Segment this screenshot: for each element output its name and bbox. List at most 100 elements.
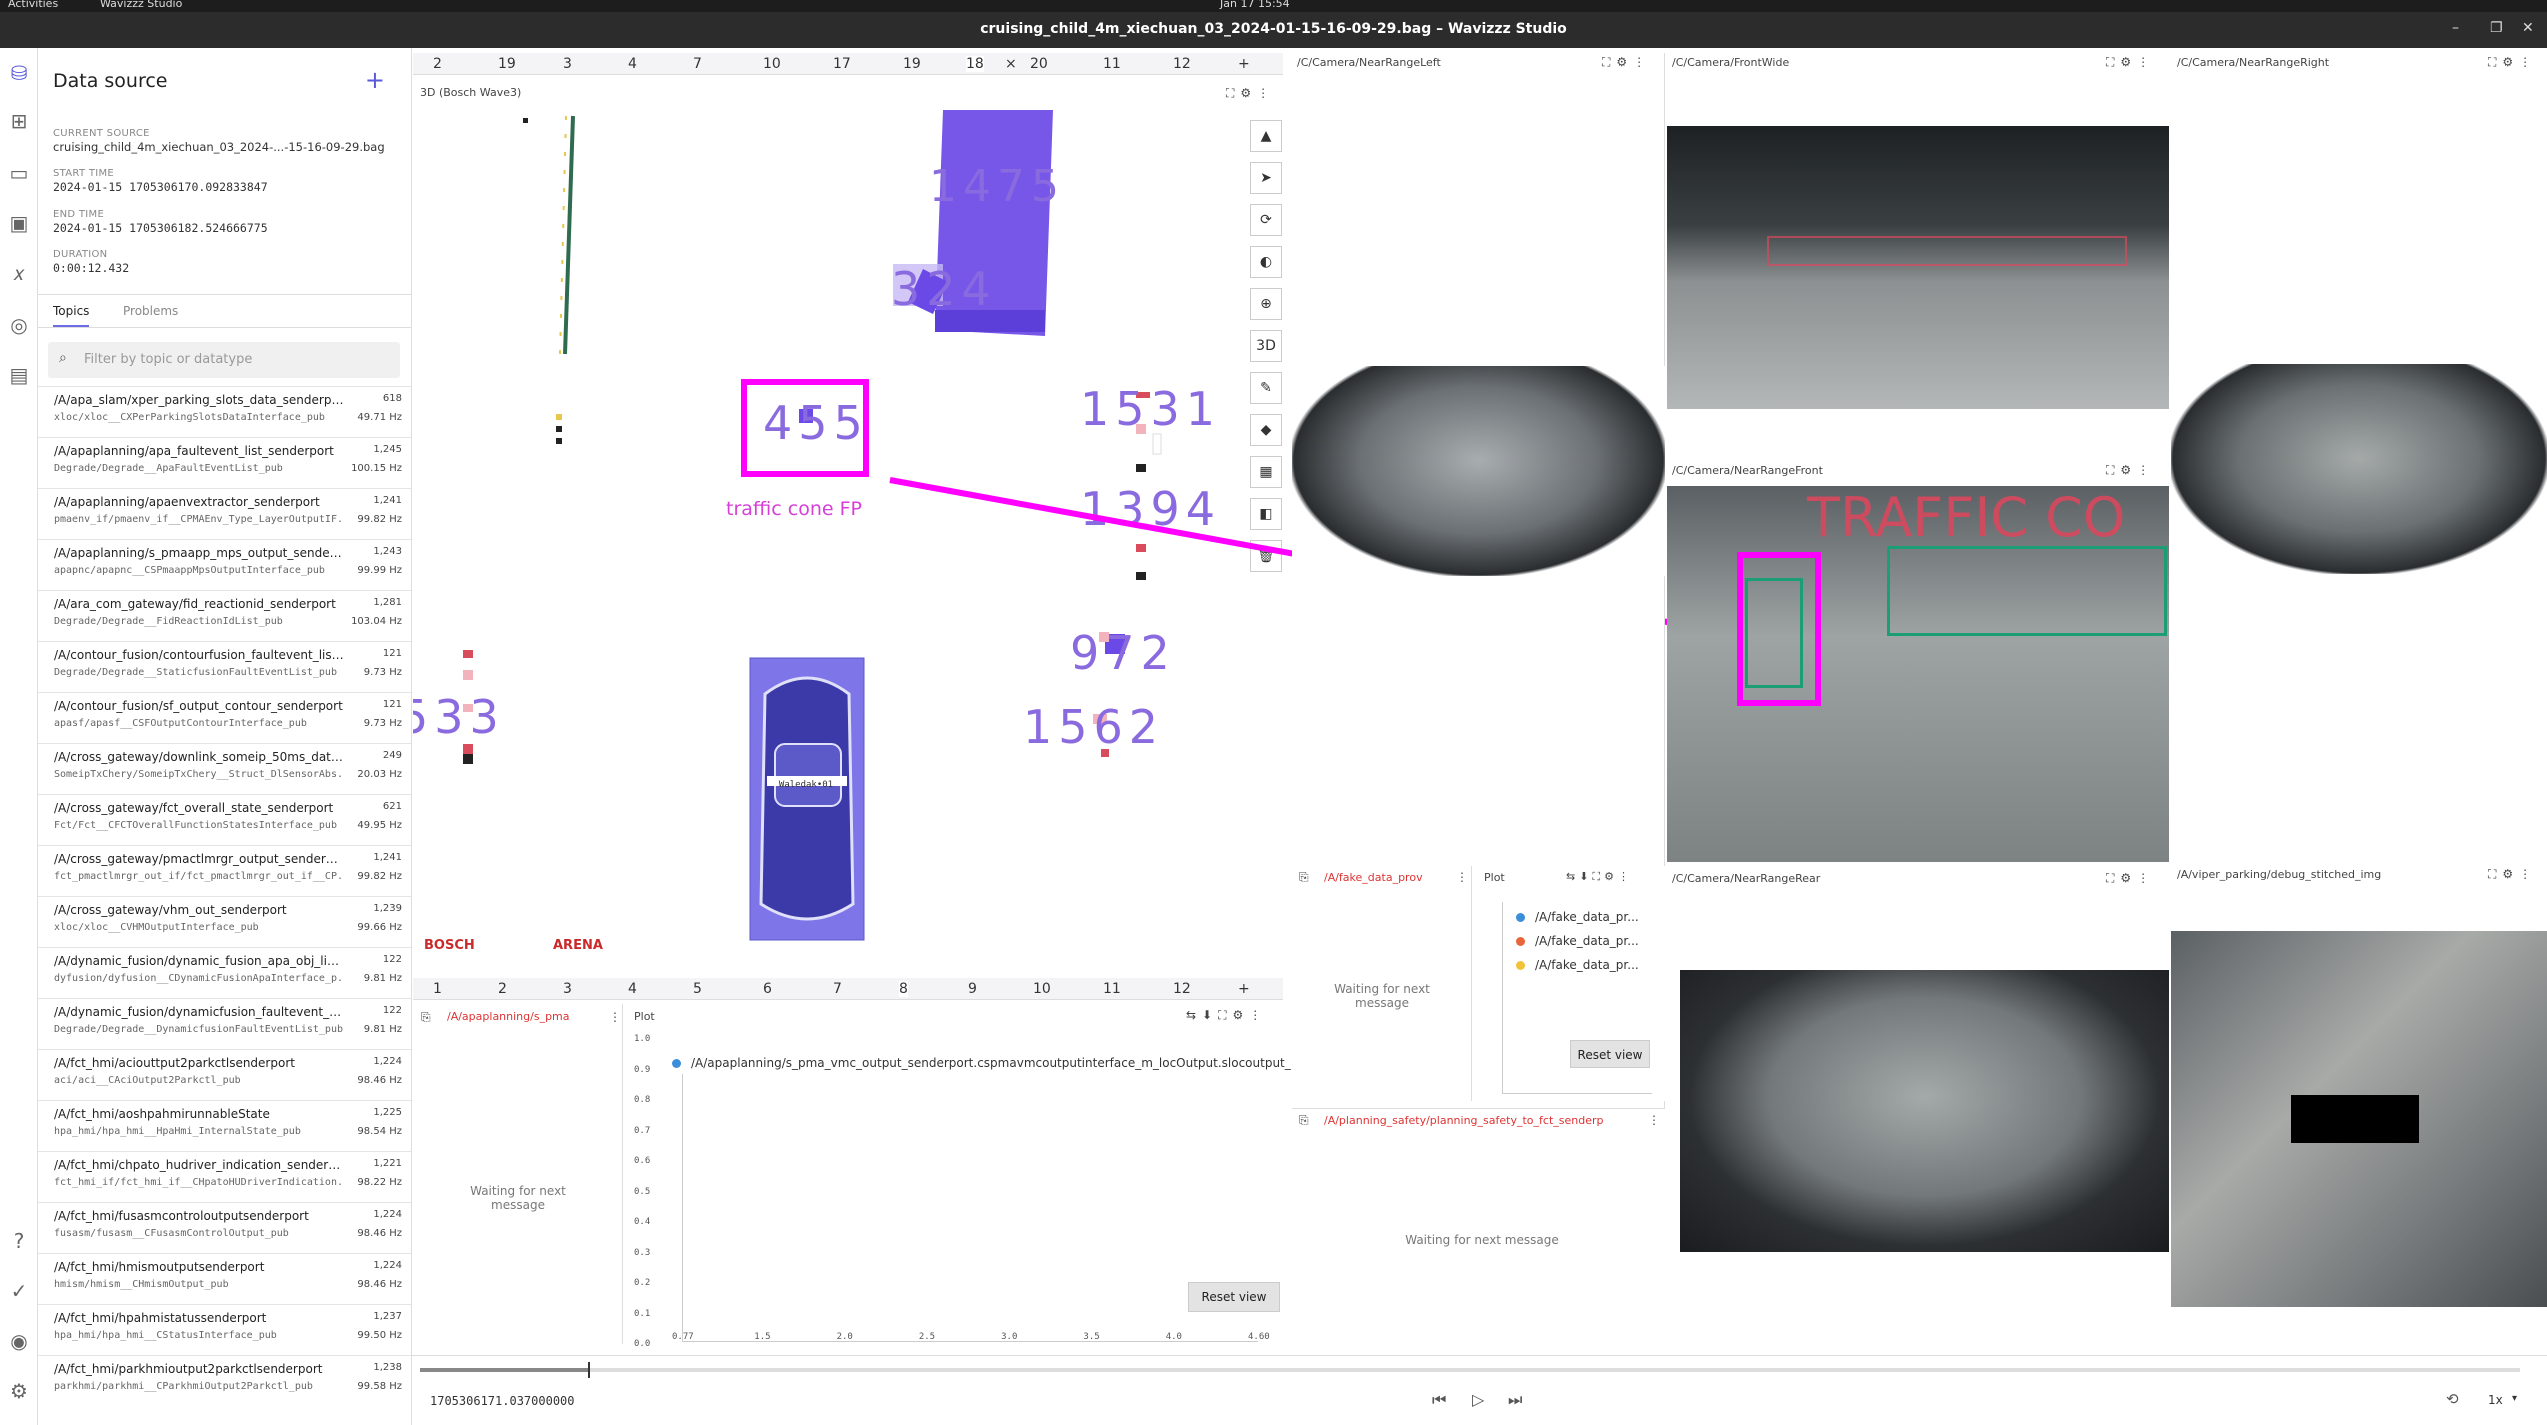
reset-view-button[interactable]: Reset view [1570,1040,1650,1068]
copy-icon[interactable]: ⎘ [1299,1113,1309,1128]
layout-tab[interactable]: 4 [628,56,637,72]
topic-row[interactable]: /A/apaplanning/apa_faultevent_list_sende… [38,437,411,488]
layout-tab[interactable]: 1 [433,981,442,997]
topic-row[interactable]: /A/cross_gateway/fct_overall_state_sende… [38,794,411,845]
skip-back-icon[interactable]: ⏮ [1432,1390,1446,1410]
layout-tab[interactable]: 7 [693,56,702,72]
layout-tab[interactable]: 12 [1173,56,1191,72]
collapse-icon[interactable]: ▲ [1250,120,1282,152]
chevron-down-icon[interactable]: ▾ [2512,1393,2517,1404]
legend-item[interactable]: /A/fake_data_pr... [1516,958,1640,972]
map-icon[interactable]: ◆ [1250,414,1282,446]
skip-forward-icon[interactable]: ⏭ [1508,1390,1522,1410]
layout-tab[interactable]: 10 [763,56,781,72]
layout-tab[interactable]: 10 [1033,981,1051,997]
camera-controls[interactable]: ⛶⚙⋮ [2106,463,2155,478]
layout-tab[interactable]: 6 [763,981,772,997]
topic-row[interactable]: /A/fct_hmi/hpahmistatussenderport hpa_hmi… [38,1304,411,1355]
app-menu[interactable]: Wavizzz Studio [100,0,182,10]
add-tab-button[interactable]: + [1238,981,1250,997]
layout-tab[interactable]: 7 [833,981,842,997]
topic-row[interactable]: /A/apaplanning/s_pmaapp_mps_output_sende… [38,539,411,590]
view-3d-button[interactable]: 3D [1250,330,1282,362]
extensions-icon[interactable]: ◎ [4,310,34,340]
layout-tab[interactable]: 9 [968,981,977,997]
topic-row[interactable]: /A/cross_gateway/vhm_out_senderport xloc/… [38,896,411,947]
topic-row[interactable]: /A/dynamic_fusion/dynamicfusion_faulteve… [38,998,411,1049]
legend-item[interactable]: /A/fake_data_pr... [1516,910,1640,924]
viewer3d-controls[interactable]: ⛶⚙⋮ [1226,86,1275,101]
camera-controls[interactable]: ⛶⚙⋮ [2488,867,2537,882]
topic-row[interactable]: /A/apaplanning/apaenvextractor_senderpor… [38,488,411,539]
topic-filter-input[interactable]: ⌕ Filter by topic or datatype [48,342,400,378]
tab-topics[interactable]: Topics [53,304,90,327]
copy-icon[interactable]: ⎘ [1299,870,1309,885]
camera-controls[interactable]: ⛶⚙⋮ [2106,55,2155,70]
variables-icon[interactable]: 𝑥 [4,258,34,288]
panel-settings-icon[interactable]: ▣ [4,208,34,238]
mouse-icon[interactable]: ◐ [1250,246,1282,278]
layout-tab[interactable]: 4 [628,981,637,997]
camera-controls[interactable]: ⛶⚙⋮ [2106,871,2155,886]
play-icon[interactable]: ▷ [1472,1390,1484,1409]
layout-tab[interactable]: 17 [833,56,851,72]
camera-controls[interactable]: ⛶⚙⋮ [2488,55,2537,70]
grid-icon[interactable]: ▤ [4,360,34,390]
maximize-icon[interactable]: ❐ [2490,20,2503,36]
menu-icon[interactable]: ⋮ [609,1010,621,1024]
rotate-icon[interactable]: ⟳ [1250,204,1282,236]
check-icon[interactable]: ✓ [4,1276,34,1306]
reset-view-button[interactable]: Reset view [1188,1282,1280,1312]
topic-link[interactable]: /A/apaplanning/s_pma [447,1010,570,1023]
topic-row[interactable]: /A/fct_hmi/fusasmcontroloutputsenderport… [38,1202,411,1253]
topic-row[interactable]: /A/fct_hmi/parkhmioutput2parkctlsenderpo… [38,1355,411,1406]
topic-row[interactable]: /A/dynamic_fusion/dynamic_fusion_apa_obj… [38,947,411,998]
layout-tab[interactable]: 18 [966,56,984,72]
account-icon[interactable]: ◉ [4,1326,34,1356]
panel-add-icon[interactable]: ▭ [4,158,34,188]
topic-row[interactable]: /A/fct_hmi/aciouttput2parkctlsenderport a… [38,1049,411,1100]
layout-tab[interactable]: 11 [1103,981,1121,997]
speed-select[interactable]: 1x [2488,1393,2503,1407]
add-source-button[interactable]: + [365,66,385,94]
layout-tab[interactable]: 20 [1030,56,1048,72]
add-tab-button[interactable]: + [1238,56,1250,72]
settings-gear-icon[interactable]: ⚙ [4,1376,34,1406]
topic-row[interactable]: /A/cross_gateway/pmactlmrgr_output_sende… [38,845,411,896]
plot-legend[interactable]: /A/fake_data_pr... /A/fake_data_pr... /A/f… [1516,906,1640,982]
layout-tab[interactable]: 12 [1173,981,1191,997]
topic-row[interactable]: /A/ara_com_gateway/fid_reactionid_sender… [38,590,411,641]
loop-icon[interactable]: ⟲ [2446,1390,2459,1408]
copy-icon[interactable]: ⎘ [421,1010,431,1025]
plot-legend[interactable]: /A/apaplanning/s_pma_vmc_output_senderpo… [672,1052,1303,1074]
close-icon[interactable]: ✕ [2522,20,2534,36]
database-icon[interactable]: ⛁ [4,58,34,88]
legend-item[interactable]: /A/fake_data_pr... [1516,934,1640,948]
plot-controls[interactable]: ⇆⬇⛶⚙⋮ [1186,1008,1267,1023]
topic-row[interactable]: /A/contour_fusion/contourfusion_faulteve… [38,641,411,692]
topic-link[interactable]: /A/planning_safety/planning_safety_to_fc… [1324,1114,1634,1127]
plot-controls[interactable]: ⇆⬇⛶⚙⋮ [1566,870,1633,884]
topic-row[interactable]: /A/fct_hmi/hmismoutputsenderport hmism/hm… [38,1253,411,1304]
activities-button[interactable]: Activities [8,0,58,10]
menu-icon[interactable]: ⋮ [1648,1113,1660,1127]
layout-tab[interactable]: 19 [498,56,516,72]
layout-tab[interactable]: 3 [563,56,572,72]
topic-link[interactable]: /A/fake_data_prov [1324,871,1444,884]
layout-tab[interactable]: 3 [563,981,572,997]
plot-area[interactable] [682,1058,1258,1342]
timeline-track[interactable] [420,1368,2520,1372]
topic-row[interactable]: /A/fct_hmi/aoshpahmirunnableState hpa_hmi… [38,1100,411,1151]
measure-icon[interactable]: ✎ [1250,372,1282,404]
layout-tab[interactable]: 8 [899,981,908,997]
close-tab-icon[interactable]: × [1005,56,1017,72]
layout-tab[interactable]: 11 [1103,56,1121,72]
tab-problems[interactable]: Problems [123,304,178,318]
select-icon[interactable]: ➤ [1250,162,1282,194]
layout-icon[interactable]: ⊞ [4,106,34,136]
topic-row[interactable]: /A/apa_slam/xper_parking_slots_data_send… [38,386,411,437]
layout-tab[interactable]: 2 [498,981,507,997]
timeline-scrubber[interactable] [588,1362,590,1378]
topic-row[interactable]: /A/fct_hmi/chpato_hudriver_indication_se… [38,1151,411,1202]
layout-tab[interactable]: 5 [693,981,702,997]
